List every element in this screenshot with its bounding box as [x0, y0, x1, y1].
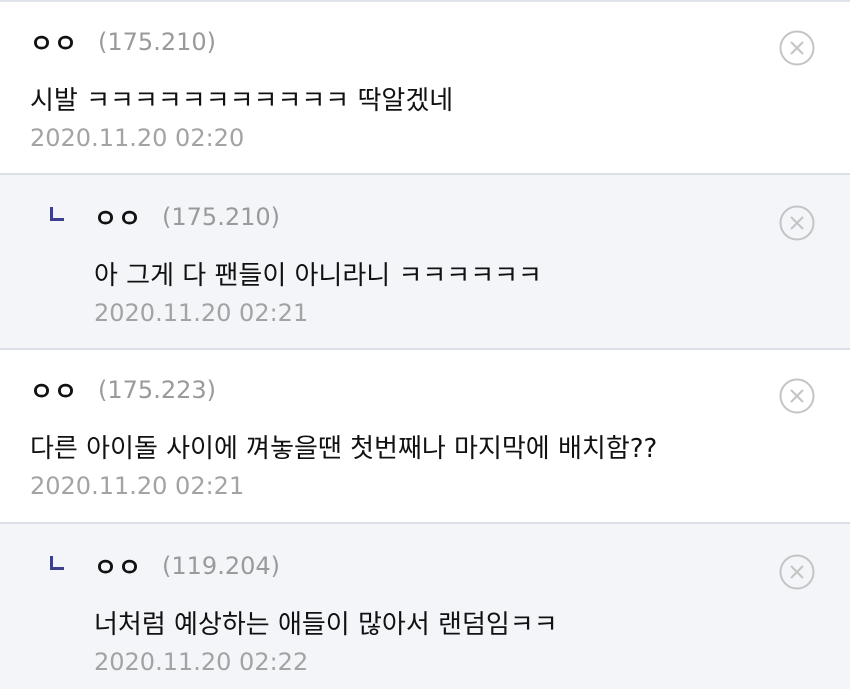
- comment-nickname[interactable]: ㅇㅇ: [94, 199, 142, 235]
- comment-list: ㅇㅇ (175.210) 시발 ㅋㅋㅋㅋㅋㅋㅋㅋㅋㅋㅋ 딱알겠네 2020.11…: [0, 0, 850, 689]
- comment-ip: (175.210): [98, 28, 216, 56]
- comment-ip: (175.223): [98, 376, 216, 404]
- reply-item: ㅇㅇ (175.210) 아 그게 다 팬들이 아니라니 ㅋㅋㅋㅋㅋㅋ 2020…: [0, 175, 850, 350]
- comment-date: 2020.11.20 02:22: [94, 648, 309, 676]
- delete-icon[interactable]: [779, 554, 815, 590]
- comment-date: 2020.11.20 02:21: [30, 472, 245, 500]
- comment-item: ㅇㅇ (175.210) 시발 ㅋㅋㅋㅋㅋㅋㅋㅋㅋㅋㅋ 딱알겠네 2020.11…: [0, 2, 850, 175]
- comment-text: 너처럼 예상하는 애들이 많아서 랜덤임ㅋㅋ: [94, 610, 558, 640]
- delete-icon[interactable]: [779, 378, 815, 414]
- comment-date: 2020.11.20 02:20: [30, 124, 245, 152]
- comment-date: 2020.11.20 02:21: [94, 299, 309, 327]
- reply-arrow-icon: [50, 556, 64, 570]
- comment-ip: (119.204): [162, 552, 280, 580]
- delete-icon[interactable]: [779, 30, 815, 66]
- delete-icon[interactable]: [779, 205, 815, 241]
- comment-text: 다른 아이돌 사이에 껴놓을땐 첫번째나 마지막에 배치함??: [30, 434, 658, 464]
- reply-item: ㅇㅇ (119.204) 너처럼 예상하는 애들이 많아서 랜덤임ㅋㅋ 2020…: [0, 524, 850, 689]
- reply-arrow-icon: [50, 207, 64, 221]
- comment-nickname[interactable]: ㅇㅇ: [94, 548, 142, 584]
- comment-nickname[interactable]: ㅇㅇ: [30, 24, 78, 60]
- comment-header: ㅇㅇ (175.210): [30, 24, 216, 60]
- comment-header: ㅇㅇ (119.204): [50, 548, 280, 584]
- comment-item: ㅇㅇ (175.223) 다른 아이돌 사이에 껴놓을땐 첫번째나 마지막에 배…: [0, 350, 850, 524]
- comment-text: 시발 ㅋㅋㅋㅋㅋㅋㅋㅋㅋㅋㅋ 딱알겠네: [30, 86, 454, 116]
- comment-text: 아 그게 다 팬들이 아니라니 ㅋㅋㅋㅋㅋㅋ: [94, 261, 542, 291]
- comment-header: ㅇㅇ (175.210): [50, 199, 280, 235]
- comment-nickname[interactable]: ㅇㅇ: [30, 372, 78, 408]
- comment-ip: (175.210): [162, 203, 280, 231]
- comment-header: ㅇㅇ (175.223): [30, 372, 216, 408]
